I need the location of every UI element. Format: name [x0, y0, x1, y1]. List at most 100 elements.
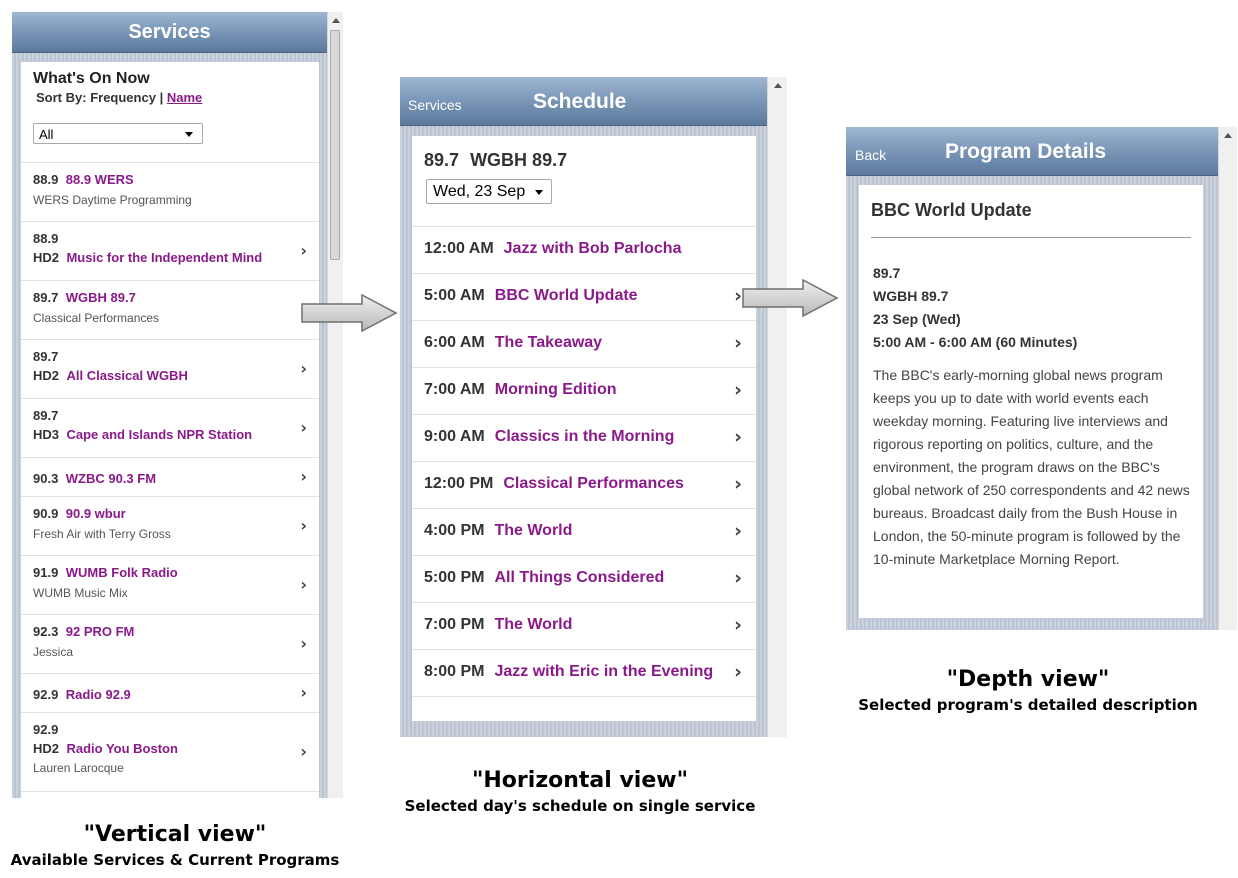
schedule-time: 7:00 AM [424, 381, 485, 398]
schedule-row[interactable]: 5:00 PM All Things Considered › [412, 556, 756, 603]
horizontal-view-panel: Services Schedule 89.7 WGBH 89.7 Wed, 23… [400, 77, 787, 737]
station-frequency: 89.7 [424, 150, 460, 170]
divider [871, 237, 1191, 238]
chevron-right-icon: › [300, 683, 307, 702]
service-name: 88.9 WERS [65, 172, 134, 187]
horizontal-caption-title: "Horizontal view" [471, 768, 689, 793]
service-name: WGBH 89.7 [65, 290, 136, 305]
sort-by-frequency[interactable]: Frequency [90, 90, 156, 105]
schedule-program: The Takeaway [494, 334, 603, 351]
chevron-right-icon: › [300, 241, 307, 260]
schedule-time: 5:00 AM [424, 287, 485, 304]
service-frequency: 92.9 [33, 687, 59, 702]
service-row[interactable]: 92.9 Radio 92.9 › [21, 674, 319, 713]
program-time: 5:00 AM - 6:00 AM (60 Minutes) [873, 334, 1078, 350]
date-dropdown[interactable]: Wed, 23 Sep [426, 179, 552, 204]
scroll-up-arrow-icon[interactable] [774, 83, 782, 88]
program-details-container: BBC World Update 89.7 WGBH 89.7 23 Sep (… [859, 185, 1203, 618]
chevron-right-icon: › [734, 473, 742, 495]
sort-by-bar: Sort By: Frequency | Name [36, 90, 202, 105]
service-row[interactable]: 92.9 HD2 Radio You Boston Lauren Larocque › [21, 713, 319, 792]
service-row[interactable]: 89.7 HD2 All Classical WGBH › [21, 340, 319, 399]
service-name: WZBC 90.3 FM [65, 471, 157, 486]
service-row[interactable]: 90.9 90.9 wbur Fresh Air with Terry Gross… [21, 497, 319, 556]
horizontal-caption-subtitle: Selected day's schedule on single servic… [404, 797, 756, 815]
chevron-right-icon: › [734, 520, 742, 542]
back-button[interactable]: Back [855, 147, 886, 163]
schedule-time: 5:00 PM [424, 569, 485, 586]
program-date: 23 Sep (Wed) [873, 311, 961, 327]
service-current-program: Jessica [33, 645, 74, 659]
services-back-button[interactable]: Services [408, 97, 462, 113]
service-row[interactable]: 92.3 92 PRO FM Jessica › [21, 615, 319, 674]
schedule-row[interactable]: 12:00 AM Jazz with Bob Parlocha [412, 227, 756, 274]
scroll-up-arrow-icon[interactable] [1224, 133, 1232, 138]
service-frequency: 90.3 [33, 471, 59, 486]
service-row[interactable]: 89.7 WGBH 89.7Classical Performances› [21, 281, 319, 340]
service-current-program: WERS Daytime Programming [33, 193, 192, 207]
flow-arrow-icon [742, 278, 839, 318]
dropdown-caret-icon [535, 190, 543, 195]
horizontal-scrollbar[interactable] [767, 77, 787, 737]
service-name: Cape and Islands NPR Station [66, 427, 253, 442]
schedule-row[interactable]: 5:00 AM BBC World Update › [412, 274, 756, 321]
service-name: 92 PRO FM [65, 624, 135, 639]
schedule-row[interactable]: 6:00 AM The Takeaway › [412, 321, 756, 368]
service-row[interactable]: 91.9 WUMB Folk Radio WUMB Music Mix › [21, 556, 319, 615]
schedule-program: Jazz with Bob Parlocha [503, 240, 682, 257]
scroll-up-arrow-icon[interactable] [332, 18, 340, 23]
station-title: 89.7 WGBH 89.7 [424, 150, 567, 171]
service-frequency: 88.9 [33, 231, 59, 246]
schedule-row[interactable]: 7:00 PM The World › [412, 603, 756, 650]
vertical-titlebar: Services [12, 12, 327, 53]
services-list-container: What's On Now Sort By: Frequency | Name … [21, 62, 319, 798]
schedule-program: The World [494, 522, 573, 539]
schedule-row[interactable]: 8:00 PM Jazz with Eric in the Evening › [412, 650, 756, 697]
schedule-container: 89.7 WGBH 89.7 Wed, 23 Sep 12:00 AM Jazz … [412, 136, 756, 721]
depth-scrollbar[interactable] [1218, 127, 1237, 630]
service-hd-channel: HD2 [33, 368, 60, 383]
schedule-time: 8:00 PM [424, 663, 485, 680]
vertical-scrollbar[interactable] [327, 12, 343, 798]
schedule-program: The World [494, 616, 573, 633]
schedule-time: 12:00 PM [424, 475, 494, 492]
schedule-row[interactable]: 9:00 AM Classics in the Morning › [412, 415, 756, 462]
program-frequency: 89.7 [873, 265, 901, 281]
chevron-right-icon: › [300, 359, 307, 378]
service-row[interactable]: 88.9 HD2 Music for the Independent Mind › [21, 222, 319, 281]
schedule-program: Classical Performances [503, 475, 684, 492]
vertical-caption-subtitle: Available Services & Current Programs [10, 851, 340, 869]
schedule-time: 12:00 AM [424, 240, 494, 257]
service-name: Radio You Boston [66, 741, 178, 756]
chevron-right-icon: › [300, 742, 307, 761]
chevron-right-icon: › [734, 614, 742, 636]
chevron-right-icon: › [300, 467, 307, 486]
depth-caption: "Depth view" Selected program's detailed… [828, 667, 1228, 714]
service-name: All Classical WGBH [66, 368, 188, 383]
service-row[interactable]: 88.9 88.9 WERS WERS Daytime Programming [21, 163, 319, 222]
service-name: Radio 92.9 [65, 687, 131, 702]
depth-caption-subtitle: Selected program's detailed description [858, 696, 1198, 714]
scrollbar-thumb[interactable] [330, 30, 340, 260]
schedule-program: Classics in the Morning [494, 428, 675, 445]
service-frequency: 92.9 [33, 722, 59, 737]
schedule-program: BBC World Update [494, 287, 638, 304]
chevron-right-icon: › [734, 661, 742, 683]
schedule-row[interactable]: 12:00 PM Classical Performances › [412, 462, 756, 509]
whats-on-now-heading: What's On Now [33, 70, 150, 87]
schedule-row[interactable]: 4:00 PM The World › [412, 509, 756, 556]
horizontal-caption: "Horizontal view" Selected day's schedul… [380, 768, 780, 815]
sort-by-name-link[interactable]: Name [167, 90, 202, 105]
service-hd-channel: HD2 [33, 741, 60, 756]
schedule-row[interactable]: 7:00 AM Morning Edition › [412, 368, 756, 415]
service-current-program: Lauren Larocque [33, 761, 124, 775]
chevron-right-icon: › [734, 567, 742, 589]
service-row[interactable]: 89.7 HD3 Cape and Islands NPR Station › [21, 399, 319, 458]
depth-titlebar: Back Program Details [846, 127, 1218, 176]
filter-dropdown[interactable]: All [33, 123, 203, 144]
horizontal-titlebar: Services Schedule [400, 77, 767, 126]
service-name: Music for the Independent Mind [66, 250, 263, 265]
service-row[interactable]: 90.3 WZBC 90.3 FM › [21, 458, 319, 497]
sort-by-label: Sort By: [36, 90, 87, 105]
schedule-program: Jazz with Eric in the Evening [494, 663, 714, 680]
